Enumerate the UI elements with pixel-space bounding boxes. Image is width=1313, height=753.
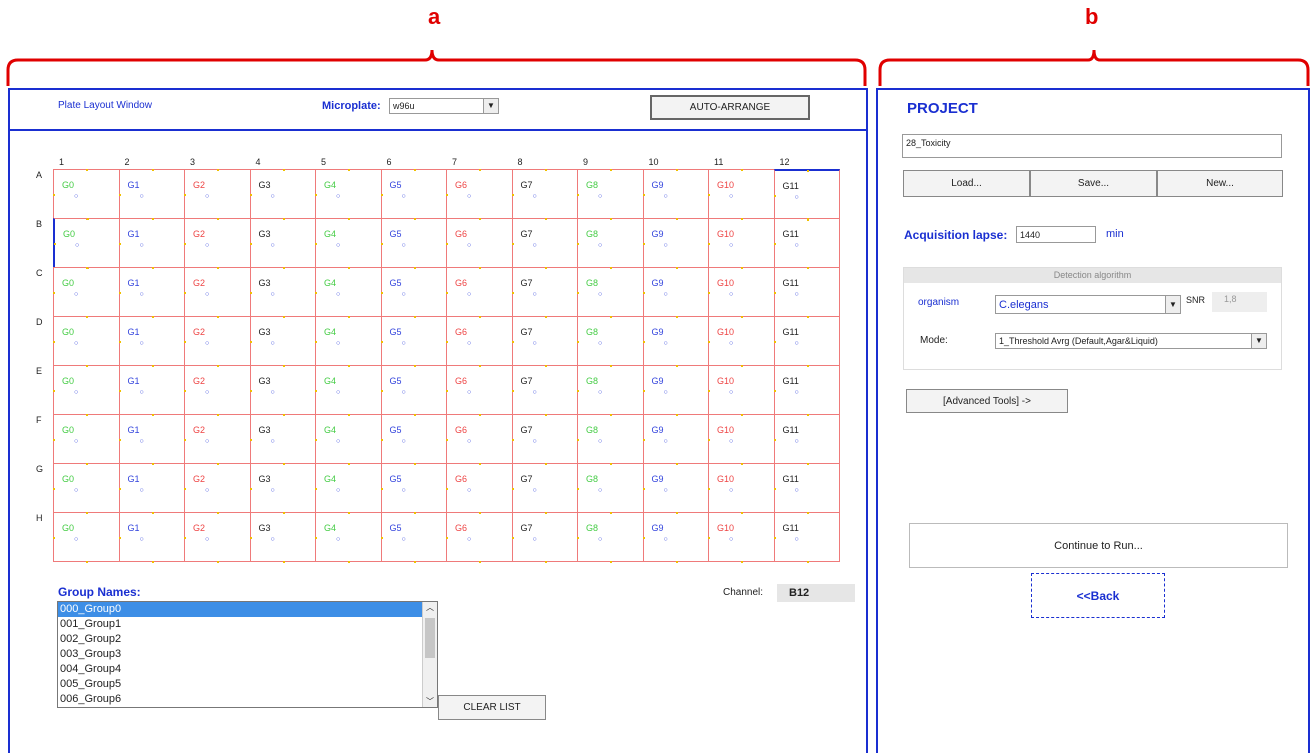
clear-list-button[interactable]: CLEAR LIST: [438, 695, 546, 720]
acquisition-unit: min: [1106, 228, 1124, 240]
save-button[interactable]: Save...: [1030, 170, 1157, 197]
project-name-input[interactable]: 28_Toxicity: [902, 134, 1282, 158]
channel-value: B12: [777, 584, 855, 602]
channel-label: Channel:: [723, 587, 764, 598]
plate-header-divider: [8, 129, 868, 131]
chevron-down-icon: ▼: [1251, 334, 1266, 348]
group-list-item[interactable]: 005_Group5: [58, 677, 437, 692]
auto-arrange-button[interactable]: AUTO-ARRANGE: [650, 95, 810, 120]
acquisition-lapse-input[interactable]: 1440: [1016, 226, 1096, 243]
load-button[interactable]: Load...: [903, 170, 1030, 197]
list-scrollbar[interactable]: ︿ ﹀: [422, 602, 437, 707]
group-names-label: Group Names:: [58, 585, 141, 599]
back-button[interactable]: <<Back: [1031, 573, 1165, 618]
group-list-item[interactable]: 000_Group0: [58, 602, 437, 617]
mode-value: 1_Threshold Avrg (Default,Agar&Liquid): [999, 336, 1158, 346]
continue-to-run-button[interactable]: Continue to Run...: [909, 523, 1288, 568]
scroll-up-icon[interactable]: ︿: [423, 602, 437, 614]
advanced-tools-button[interactable]: [Advanced Tools] ->: [906, 389, 1068, 413]
microplate-select[interactable]: w96u ▼: [389, 98, 499, 114]
annotation-braces: [6, 49, 1310, 86]
acquisition-lapse-label: Acquisition lapse:: [904, 228, 1008, 242]
microplate-label: Microplate:: [322, 100, 381, 112]
project-title: PROJECT: [907, 100, 978, 117]
organism-select[interactable]: C.elegans ▼: [995, 295, 1181, 314]
group-list-item[interactable]: 006_Group6: [58, 692, 437, 707]
microplate-value: w96u: [393, 101, 415, 111]
chevron-down-icon: ▼: [483, 99, 498, 113]
group-list-item[interactable]: 004_Group4: [58, 662, 437, 677]
scroll-down-icon[interactable]: ﹀: [423, 696, 437, 707]
new-button[interactable]: New...: [1157, 170, 1283, 197]
detection-title: Detection algorithm: [904, 268, 1281, 283]
snr-input[interactable]: 1,8: [1212, 292, 1267, 312]
group-list-item[interactable]: 002_Group2: [58, 632, 437, 647]
detection-algorithm-box: Detection algorithm: [903, 267, 1282, 370]
snr-label: SNR: [1186, 295, 1206, 305]
plate-layout-title: Plate Layout Window: [58, 100, 152, 111]
chevron-down-icon: ▼: [1165, 296, 1180, 313]
group-list-item[interactable]: 003_Group3: [58, 647, 437, 662]
organism-label: organism: [918, 297, 960, 308]
mode-select[interactable]: 1_Threshold Avrg (Default,Agar&Liquid) ▼: [995, 333, 1267, 349]
mode-label: Mode:: [920, 335, 948, 346]
group-list-item[interactable]: 001_Group1: [58, 617, 437, 632]
organism-value: C.elegans: [999, 298, 1049, 311]
group-names-list[interactable]: 000_Group0 001_Group1 002_Group2 003_Group3…: [57, 601, 438, 708]
scroll-thumb[interactable]: [425, 618, 435, 658]
